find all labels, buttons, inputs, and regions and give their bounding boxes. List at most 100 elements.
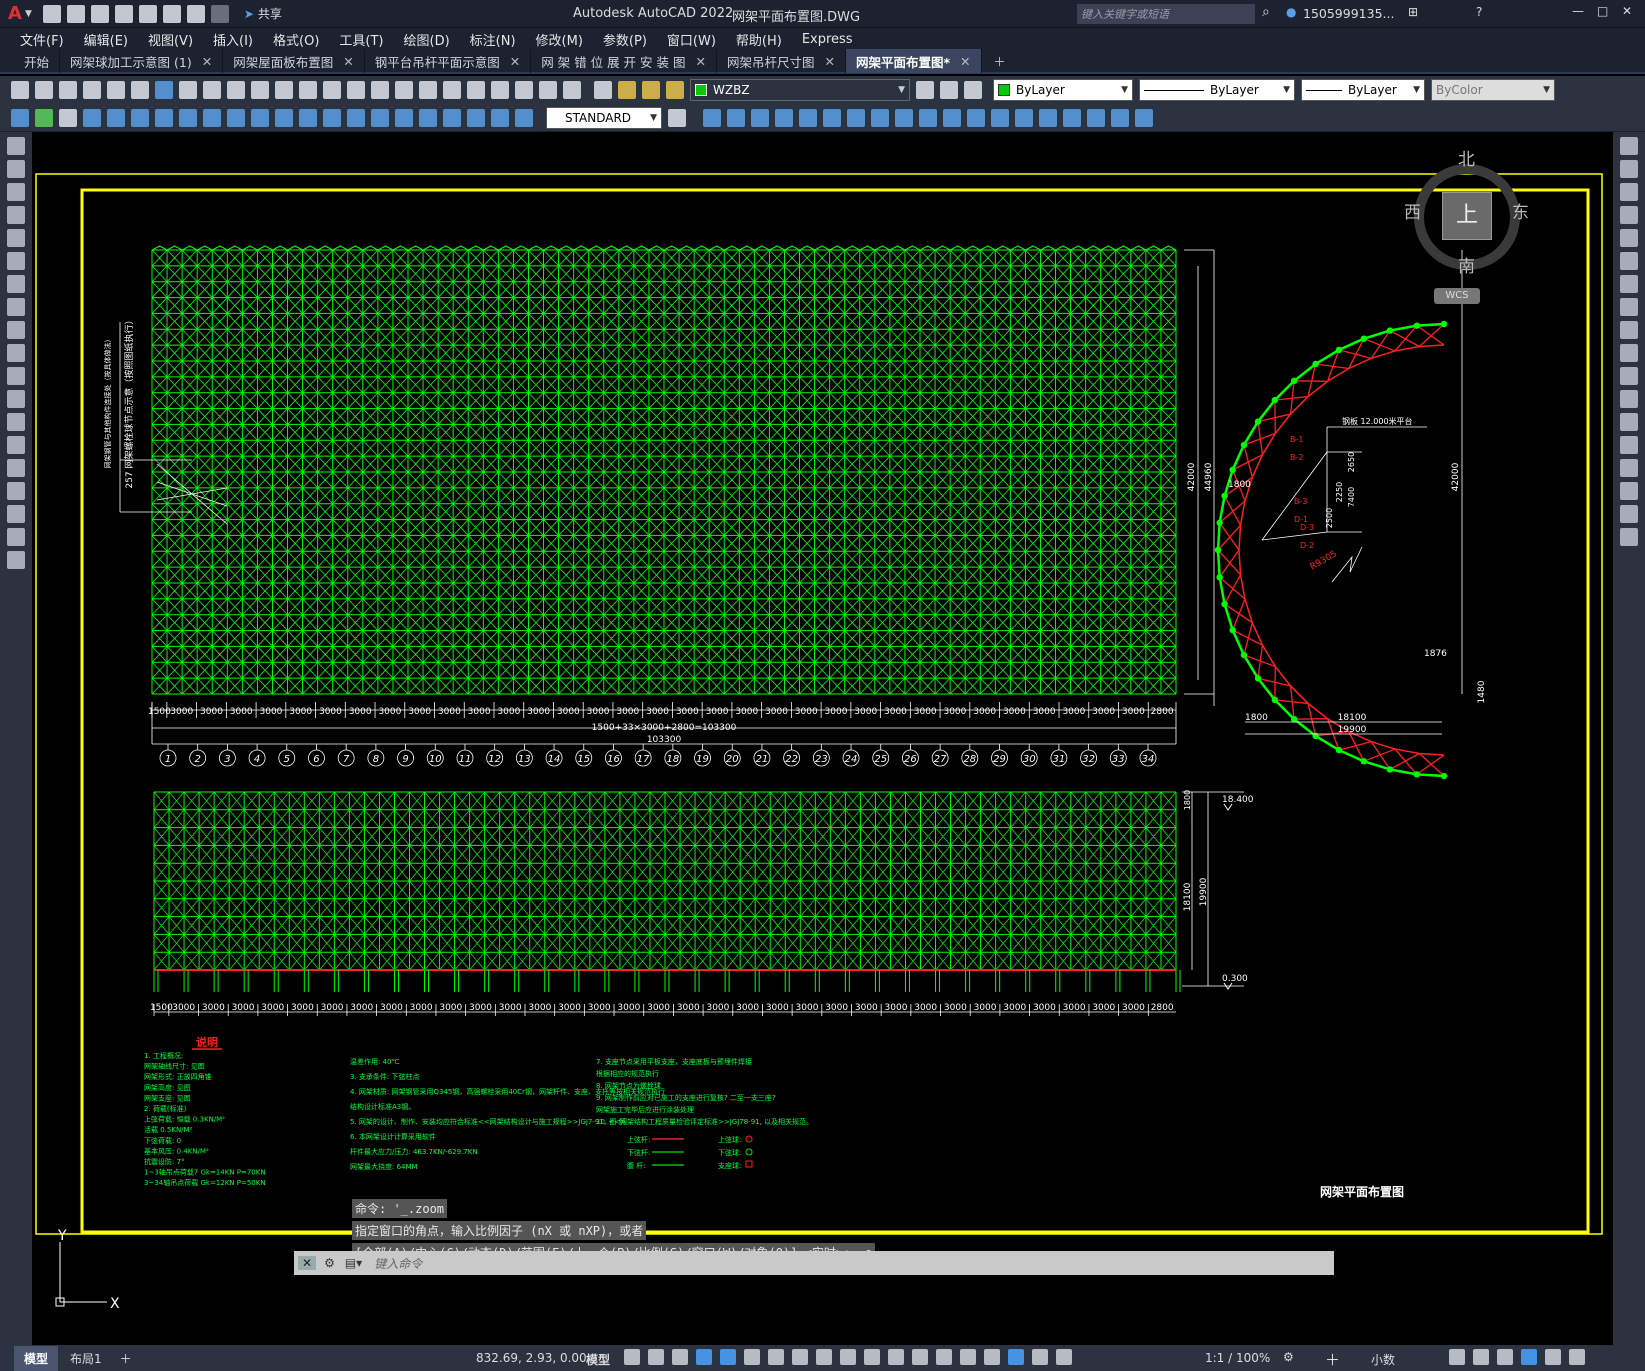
- ellipse-arc-icon[interactable]: [7, 344, 25, 362]
- spline-icon[interactable]: [7, 298, 25, 316]
- close-tab-icon[interactable]: ✕: [202, 54, 212, 69]
- slice-icon[interactable]: [1015, 108, 1033, 127]
- publish-icon[interactable]: [131, 81, 149, 99]
- customization-icon[interactable]: [1569, 1349, 1585, 1365]
- add-selected-icon[interactable]: [7, 551, 25, 569]
- clean-screen-icon[interactable]: [1545, 1349, 1561, 1365]
- new-tab-icon[interactable]: ＋: [994, 53, 1006, 70]
- polyline-icon[interactable]: [7, 160, 25, 178]
- new-file-icon[interactable]: [42, 4, 61, 23]
- linetype-dropdown[interactable]: ByLayer ▼: [1139, 79, 1295, 101]
- open-icon[interactable]: [35, 81, 53, 99]
- layout-tab-model[interactable]: 模型: [14, 1345, 59, 1371]
- text-style-dropdown[interactable]: STANDARD ▼: [546, 106, 662, 129]
- sweep-icon[interactable]: [775, 108, 793, 127]
- gradient-icon[interactable]: [35, 108, 53, 127]
- app-logo[interactable]: A: [8, 3, 22, 24]
- layer-properties-icon[interactable]: [594, 81, 612, 99]
- jogged-linear-icon[interactable]: [467, 108, 485, 127]
- extend-icon[interactable]: [1620, 367, 1638, 385]
- undo-icon[interactable]: [186, 4, 205, 23]
- menu-item-9[interactable]: 参数(P): [603, 30, 647, 49]
- drawing-canvas[interactable]: 1500 3000 3000 3000 3000 3000 3000 3000 3000 3000…: [32, 132, 1613, 1345]
- layer-state-icon[interactable]: [964, 81, 982, 99]
- calculator-icon[interactable]: [539, 81, 557, 99]
- compass-east[interactable]: 东: [1512, 198, 1529, 223]
- command-input[interactable]: 键入命令: [374, 1255, 422, 1272]
- dim-text-edit-icon[interactable]: [515, 108, 533, 127]
- circle-icon[interactable]: [7, 252, 25, 270]
- offset-icon[interactable]: [1620, 206, 1638, 224]
- 3d-align-icon[interactable]: [967, 108, 985, 127]
- annotation-visibility-icon[interactable]: [1008, 1349, 1024, 1365]
- center-mark-icon[interactable]: [419, 108, 437, 127]
- layout-tab-1[interactable]: 布局1: [58, 1346, 114, 1371]
- polar-icon[interactable]: [744, 1349, 760, 1365]
- color-dropdown[interactable]: ByLayer ▼: [993, 79, 1133, 101]
- break-at-point-icon[interactable]: [1620, 390, 1638, 408]
- command-line[interactable]: ✕ ⚙ ▤▾ 键入命令: [294, 1251, 1334, 1275]
- menu-item-11[interactable]: 帮助(H): [736, 30, 782, 49]
- menu-item-1[interactable]: 编辑(E): [84, 30, 128, 49]
- line-icon[interactable]: [7, 137, 25, 155]
- ellipse-icon[interactable]: [7, 321, 25, 339]
- design-center-icon[interactable]: [443, 81, 461, 99]
- angular-icon[interactable]: [251, 108, 269, 127]
- lineweight-icon[interactable]: [840, 1349, 856, 1365]
- blend-icon[interactable]: [1620, 505, 1638, 523]
- annotation-scale-icon[interactable]: [1056, 1349, 1072, 1365]
- infer-icon[interactable]: [672, 1349, 688, 1365]
- extrude-icon[interactable]: [727, 108, 745, 127]
- section-icon[interactable]: [1087, 108, 1105, 127]
- compass-north[interactable]: 北: [1458, 145, 1475, 170]
- document-tab-1[interactable]: 网架球加工示意图 (1) ✕: [60, 49, 224, 73]
- 3d-dwf-icon[interactable]: [155, 81, 173, 99]
- quick-properties-icon[interactable]: [1449, 1349, 1465, 1365]
- menu-item-8[interactable]: 修改(M): [536, 30, 583, 49]
- 3d-rotate-icon[interactable]: [943, 108, 961, 127]
- transparency-icon[interactable]: [864, 1349, 880, 1365]
- menu-item-12[interactable]: Express: [802, 32, 853, 47]
- layer-dropdown[interactable]: WZBZ ▼: [690, 79, 910, 101]
- save-icon[interactable]: [59, 81, 77, 99]
- inspection-icon[interactable]: [443, 108, 461, 127]
- revcloud-icon[interactable]: [7, 275, 25, 293]
- document-tab-0[interactable]: 开始: [14, 49, 61, 73]
- minimize-button[interactable]: —: [1572, 4, 1584, 18]
- hatch-icon[interactable]: [7, 436, 25, 454]
- paste-icon[interactable]: [227, 81, 245, 99]
- linear-dimension-icon[interactable]: [83, 108, 101, 127]
- menu-item-0[interactable]: 文件(F): [20, 30, 64, 49]
- annotation-monitor-icon[interactable]: ＋: [1325, 1349, 1340, 1370]
- baseline-icon[interactable]: [299, 108, 317, 127]
- hardware-acceleration-icon[interactable]: [1521, 1349, 1537, 1365]
- tolerance-icon[interactable]: [395, 108, 413, 127]
- intersect-icon[interactable]: [895, 108, 913, 127]
- polygon-icon[interactable]: [7, 183, 25, 201]
- copy-icon[interactable]: [1620, 160, 1638, 178]
- pan-icon[interactable]: [323, 81, 341, 99]
- scale-icon[interactable]: [1620, 298, 1638, 316]
- table-icon[interactable]: [7, 505, 25, 523]
- sheet-set-icon[interactable]: [491, 81, 509, 99]
- share-icon[interactable]: ➤: [244, 7, 254, 21]
- grid-icon[interactable]: [624, 1349, 640, 1365]
- close-tab-icon[interactable]: ✕: [960, 54, 970, 69]
- document-tab-3[interactable]: 钢平台吊杆平面示意图 ✕: [365, 49, 532, 73]
- join-icon[interactable]: [1620, 436, 1638, 454]
- cart-icon[interactable]: ⊞: [1408, 5, 1418, 19]
- user-name[interactable]: 1505999135...: [1303, 6, 1394, 21]
- lock-ui-icon[interactable]: [1473, 1349, 1489, 1365]
- gizmo-icon[interactable]: [984, 1349, 1000, 1365]
- menu-item-10[interactable]: 窗口(W): [667, 30, 716, 49]
- make-current-icon[interactable]: [916, 81, 934, 99]
- match-properties-icon[interactable]: [251, 81, 269, 99]
- recent-commands-icon[interactable]: ▤▾: [345, 1256, 362, 1270]
- menu-item-7[interactable]: 标注(N): [470, 30, 516, 49]
- search-icon[interactable]: ⌕: [1262, 4, 1270, 20]
- toolbar-icon[interactable]: [59, 108, 77, 127]
- dim-break-icon[interactable]: [371, 108, 389, 127]
- move-icon[interactable]: [1620, 252, 1638, 270]
- point-icon[interactable]: [7, 413, 25, 431]
- coordinates[interactable]: 832.69, 2.93, 0.00: [476, 1351, 587, 1365]
